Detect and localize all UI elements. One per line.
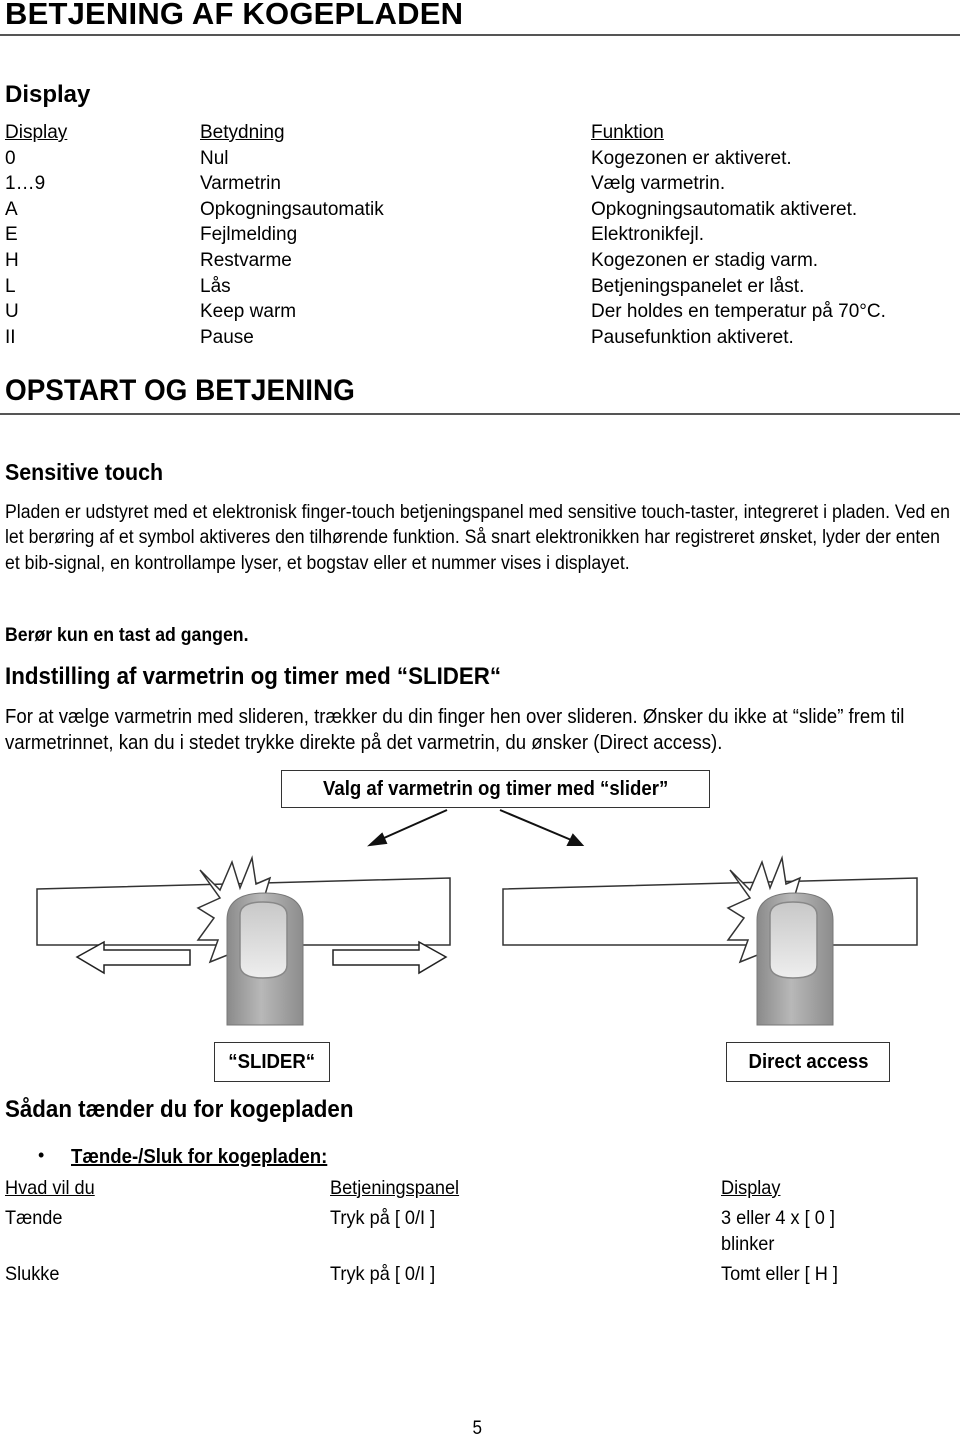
bullet-icon: • xyxy=(38,1145,45,1165)
table-cell: Fejlmelding xyxy=(200,224,298,246)
table-cell: 0 xyxy=(5,147,16,169)
table-cell: Tomt eller [ H ] xyxy=(721,1263,838,1285)
table-cell: Pausefunktion aktiveret. xyxy=(591,326,794,348)
slider-panel-right xyxy=(502,877,918,946)
table-cell: II xyxy=(5,326,16,348)
table-cell: H xyxy=(5,249,19,271)
one-key-note: Berør kun en tast ad gangen. xyxy=(5,625,249,646)
table-cell: 1…9 xyxy=(5,173,46,195)
table-cell: E xyxy=(5,224,18,246)
arrow-right-pointer xyxy=(499,809,585,846)
finger-icon xyxy=(226,892,304,1026)
column-header: Display xyxy=(721,1177,781,1199)
sensitive-touch-heading: Sensitive touch xyxy=(5,459,164,485)
slider-label-box: “SLIDER“ xyxy=(214,1042,330,1082)
table-cell: Der holdes en temperatur på 70°C. xyxy=(591,301,886,323)
table-cell: U xyxy=(5,301,19,323)
display-heading: Display xyxy=(5,81,91,108)
table-cell: Betjeningspanelet er låst. xyxy=(591,275,805,297)
table-cell: blinker xyxy=(721,1233,775,1255)
table-cell: Vælg varmetrin. xyxy=(591,173,726,195)
table-cell: Tryk på [ 0/I ] xyxy=(330,1207,436,1229)
table-cell: Kogezonen er stadig varm. xyxy=(591,249,819,271)
table-cell: Elektronikfejl. xyxy=(591,224,704,246)
sensitive-touch-paragraph: Pladen er udstyret med et elektronisk fi… xyxy=(5,502,950,574)
table-cell: Restvarme xyxy=(200,249,292,271)
table-cell: Varmetrin xyxy=(200,173,281,195)
top-label-text: Valg af varmetrin og timer med “slider” xyxy=(322,777,669,800)
column-header: Funktion xyxy=(591,122,664,143)
slide-right-arrow-icon xyxy=(332,940,448,975)
onoff-table-col-panel: Betjeningspanel Tryk på [ 0/I ] Tryk på … xyxy=(330,1175,459,1287)
table-cell: Opkogningsautomatik aktiveret. xyxy=(591,198,858,220)
section-divider xyxy=(0,413,960,415)
column-header: Display xyxy=(5,122,68,143)
table-cell: Keep warm xyxy=(200,301,297,323)
table-cell: L xyxy=(5,275,16,297)
table-cell: Lås xyxy=(200,275,231,297)
page-number: 5 xyxy=(472,1418,483,1439)
table-cell: Kogezonen er aktiveret. xyxy=(591,147,792,169)
table-cell: Pause xyxy=(200,326,254,348)
table-cell: Slukke xyxy=(5,1263,60,1285)
column-header: Hvad vil du xyxy=(5,1177,95,1199)
display-table-col-display: Display 0 1…9 A E H L U II xyxy=(5,120,67,350)
direct-access-label-text: Direct access xyxy=(748,1050,868,1073)
turn-on-heading: Sådan tænder du for kogepladen xyxy=(5,1096,354,1123)
table-cell: Opkogningsautomatik xyxy=(200,198,384,220)
table-cell: Tænde xyxy=(5,1207,63,1229)
direct-access-label-box: Direct access xyxy=(726,1042,890,1082)
onoff-table-col-action: Hvad vil du Tænde Slukke xyxy=(5,1175,95,1287)
table-cell: Tryk på [ 0/I ] xyxy=(330,1263,436,1285)
slide-left-arrow-icon xyxy=(75,940,191,975)
finger-icon xyxy=(756,892,834,1026)
slider-paragraph: For at vælge varmetrin med slideren, træ… xyxy=(5,706,905,754)
table-cell: Nul xyxy=(200,147,229,169)
bullet-title: Tænde-/Sluk for kogepladen: xyxy=(71,1146,328,1168)
display-table-col-meaning: Betydning Nul Varmetrin Opkogningsautoma… xyxy=(200,120,384,350)
section-title: OPSTART OG BETJENING xyxy=(5,374,355,407)
display-table-col-function: Funktion Kogezonen er aktiveret. Vælg va… xyxy=(591,120,886,350)
slider-diagram xyxy=(36,809,918,1026)
column-header: Betydning xyxy=(200,122,285,143)
column-header: Betjeningspanel xyxy=(330,1177,460,1199)
slider-label-text: “SLIDER“ xyxy=(228,1050,316,1073)
table-cell: A xyxy=(5,198,18,220)
page-title: BETJENING AF KOGEPLADEN xyxy=(5,0,464,31)
table-cell: 3 eller 4 x [ 0 ] xyxy=(721,1207,835,1229)
onoff-table-col-display: Display 3 eller 4 x [ 0 ] blinker Tomt e… xyxy=(721,1175,838,1287)
title-divider xyxy=(0,34,960,36)
slider-heading: Indstilling af varmetrin og timer med “S… xyxy=(5,663,502,690)
arrow-left-pointer xyxy=(367,809,448,847)
